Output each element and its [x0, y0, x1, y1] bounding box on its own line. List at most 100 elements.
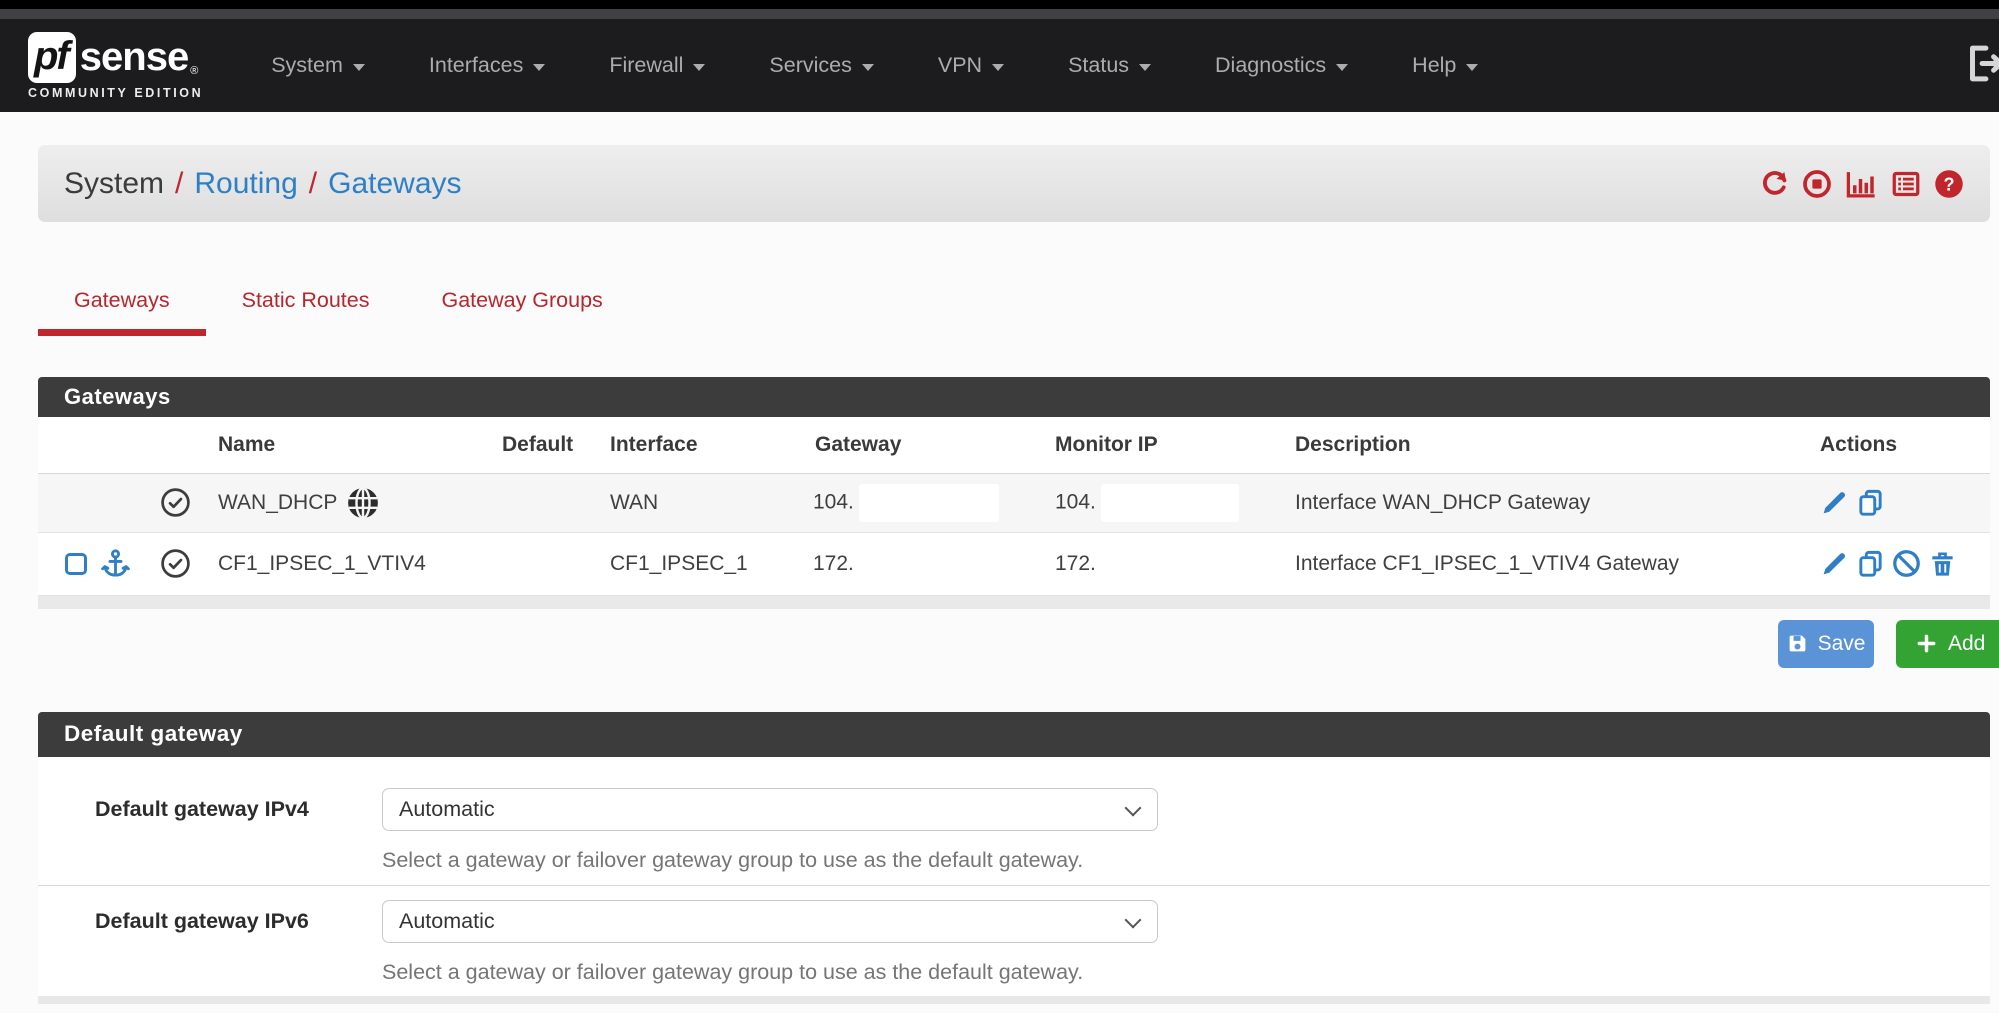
logo-pf: pf: [34, 34, 68, 78]
selected-value: Automatic: [399, 797, 495, 822]
breadcrumb-separator: /: [309, 167, 317, 201]
nav-label: Firewall: [609, 53, 683, 78]
copy-icon[interactable]: [1856, 549, 1885, 578]
monitor-ip: 172.: [1045, 532, 1285, 595]
page-action-icons: ?: [1760, 169, 1976, 199]
help-icon[interactable]: ?: [1934, 169, 1964, 199]
nav-label: Help: [1412, 53, 1456, 78]
row-actions: [1800, 488, 1990, 517]
chevron-down-icon: [992, 64, 1004, 71]
default-gateway-ipv4-label: Default gateway IPv4: [38, 788, 382, 873]
disable-icon[interactable]: [1892, 549, 1921, 578]
gateway-address: 104.: [813, 490, 854, 513]
nav-item-vpn[interactable]: VPN: [906, 53, 1036, 78]
nav-item-firewall[interactable]: Firewall: [577, 53, 737, 78]
breadcrumb-link-gateways[interactable]: Gateways: [328, 167, 461, 201]
gateway-description: Interface WAN_DHCP Gateway: [1285, 473, 1800, 532]
logo-registered-mark: ®: [190, 65, 198, 77]
ipv4-help-text: Select a gateway or failover gateway gro…: [382, 848, 1990, 873]
table-row-wan-dhcp: WAN_DHCP WAN 104. 104. Inter: [38, 473, 1990, 532]
nav-label: Services: [769, 53, 851, 78]
chevron-down-icon: [862, 64, 874, 71]
anchor-icon: [100, 548, 131, 579]
pfsense-logo[interactable]: pf sense ® COMMUNITY EDITION: [28, 32, 203, 100]
gateway-interface: WAN: [595, 473, 800, 532]
save-button[interactable]: Save: [1778, 620, 1874, 668]
pf-logo-box: pf: [28, 32, 76, 83]
navbar: pf sense ® COMMUNITY EDITION System Inte…: [0, 19, 1999, 112]
default-gateway-globe-icon: [346, 486, 380, 520]
row-checkbox[interactable]: [65, 553, 87, 575]
logo-tagline: COMMUNITY EDITION: [28, 86, 203, 100]
breadcrumb-link-routing[interactable]: Routing: [194, 167, 297, 201]
nav-item-diagnostics[interactable]: Diagnostics: [1183, 53, 1380, 78]
window-chrome-top: [0, 0, 1999, 9]
chevron-down-icon: [1139, 64, 1151, 71]
nav-item-system[interactable]: System: [239, 53, 397, 78]
chevron-down-icon: [1125, 911, 1142, 928]
nav-item-status[interactable]: Status: [1036, 53, 1183, 78]
nav-label: System: [271, 53, 343, 78]
col-status: [148, 417, 203, 473]
nav-label: Interfaces: [429, 53, 523, 78]
pfsense-page: pf sense ® COMMUNITY EDITION System Inte…: [0, 0, 1999, 1013]
col-name: Name: [203, 417, 487, 473]
stop-circle-icon[interactable]: [1802, 169, 1832, 199]
form-row-ipv6: Default gateway IPv6 Automatic Select a …: [38, 886, 1990, 996]
table-row-cf1-ipsec: CF1_IPSEC_1_VTIV4 CF1_IPSEC_1 172. 172. …: [38, 532, 1990, 595]
nav-label: Status: [1068, 53, 1129, 78]
redaction-box: [1101, 484, 1239, 522]
refresh-icon[interactable]: [1760, 169, 1789, 198]
redaction-box: [859, 484, 999, 522]
tab-gateways[interactable]: Gateways: [38, 288, 206, 336]
default-gateway-panel: Default gateway Default gateway IPv4 Aut…: [38, 712, 1990, 996]
bar-chart-icon[interactable]: [1845, 169, 1878, 199]
nav-menu: System Interfaces Firewall Services VPN …: [239, 53, 1510, 78]
breadcrumb: System / Routing / Gateways: [64, 167, 462, 201]
delete-icon[interactable]: [1928, 549, 1957, 578]
chevron-down-icon: [693, 64, 705, 71]
breadcrumb-panel: System / Routing / Gateways: [38, 145, 1990, 222]
nav-item-services[interactable]: Services: [737, 53, 905, 78]
monitor-ip: 104.: [1055, 490, 1096, 513]
gateway-online-icon: [160, 487, 191, 518]
default-gateway-ipv6-select[interactable]: Automatic: [382, 900, 1158, 943]
panel-bottom-edge: [38, 596, 1990, 609]
gateway-description: Interface CF1_IPSEC_1_VTIV4 Gateway: [1285, 532, 1800, 595]
ipv6-help-text: Select a gateway or failover gateway gro…: [382, 960, 1990, 985]
default-gateway-ipv4-select[interactable]: Automatic: [382, 788, 1158, 831]
nav-item-interfaces[interactable]: Interfaces: [397, 53, 577, 78]
save-label: Save: [1818, 632, 1866, 656]
copy-icon[interactable]: [1856, 488, 1885, 517]
add-button[interactable]: Add: [1896, 620, 1999, 668]
sign-out-icon[interactable]: [1961, 40, 1999, 91]
default-gateway-title: Default gateway: [38, 712, 1990, 757]
gateway-interface: CF1_IPSEC_1: [595, 532, 800, 595]
log-list-icon[interactable]: [1891, 169, 1921, 199]
tab-static-routes[interactable]: Static Routes: [206, 288, 406, 336]
gateway-address: 172.: [800, 532, 1045, 595]
logo-sense: sense: [80, 35, 188, 80]
table-buttons: Save Add: [38, 620, 1990, 668]
default-cell: [487, 473, 595, 532]
col-actions: Actions: [1800, 417, 1990, 473]
edit-icon[interactable]: [1820, 488, 1849, 517]
edit-icon[interactable]: [1820, 549, 1849, 578]
chevron-down-icon: [1125, 799, 1142, 816]
chevron-down-icon: [533, 64, 545, 71]
monitor-ip-cell: 104.: [1045, 473, 1285, 532]
default-gateway-ipv6-label: Default gateway IPv6: [38, 900, 382, 985]
col-interface: Interface: [595, 417, 800, 473]
col-description: Description: [1285, 417, 1800, 473]
col-gateway: Gateway: [800, 417, 1045, 473]
nav-item-help[interactable]: Help: [1380, 53, 1510, 78]
tab-gateway-groups[interactable]: Gateway Groups: [405, 288, 638, 336]
chevron-down-icon: [1336, 64, 1348, 71]
save-icon: [1787, 633, 1808, 654]
add-label: Add: [1948, 632, 1985, 656]
gateway-online-icon: [160, 548, 191, 579]
row-select-cell: [38, 473, 148, 532]
breadcrumb-separator: /: [175, 167, 183, 201]
chevron-down-icon: [1466, 64, 1478, 71]
gateway-name: CF1_IPSEC_1_VTIV4: [203, 532, 487, 595]
